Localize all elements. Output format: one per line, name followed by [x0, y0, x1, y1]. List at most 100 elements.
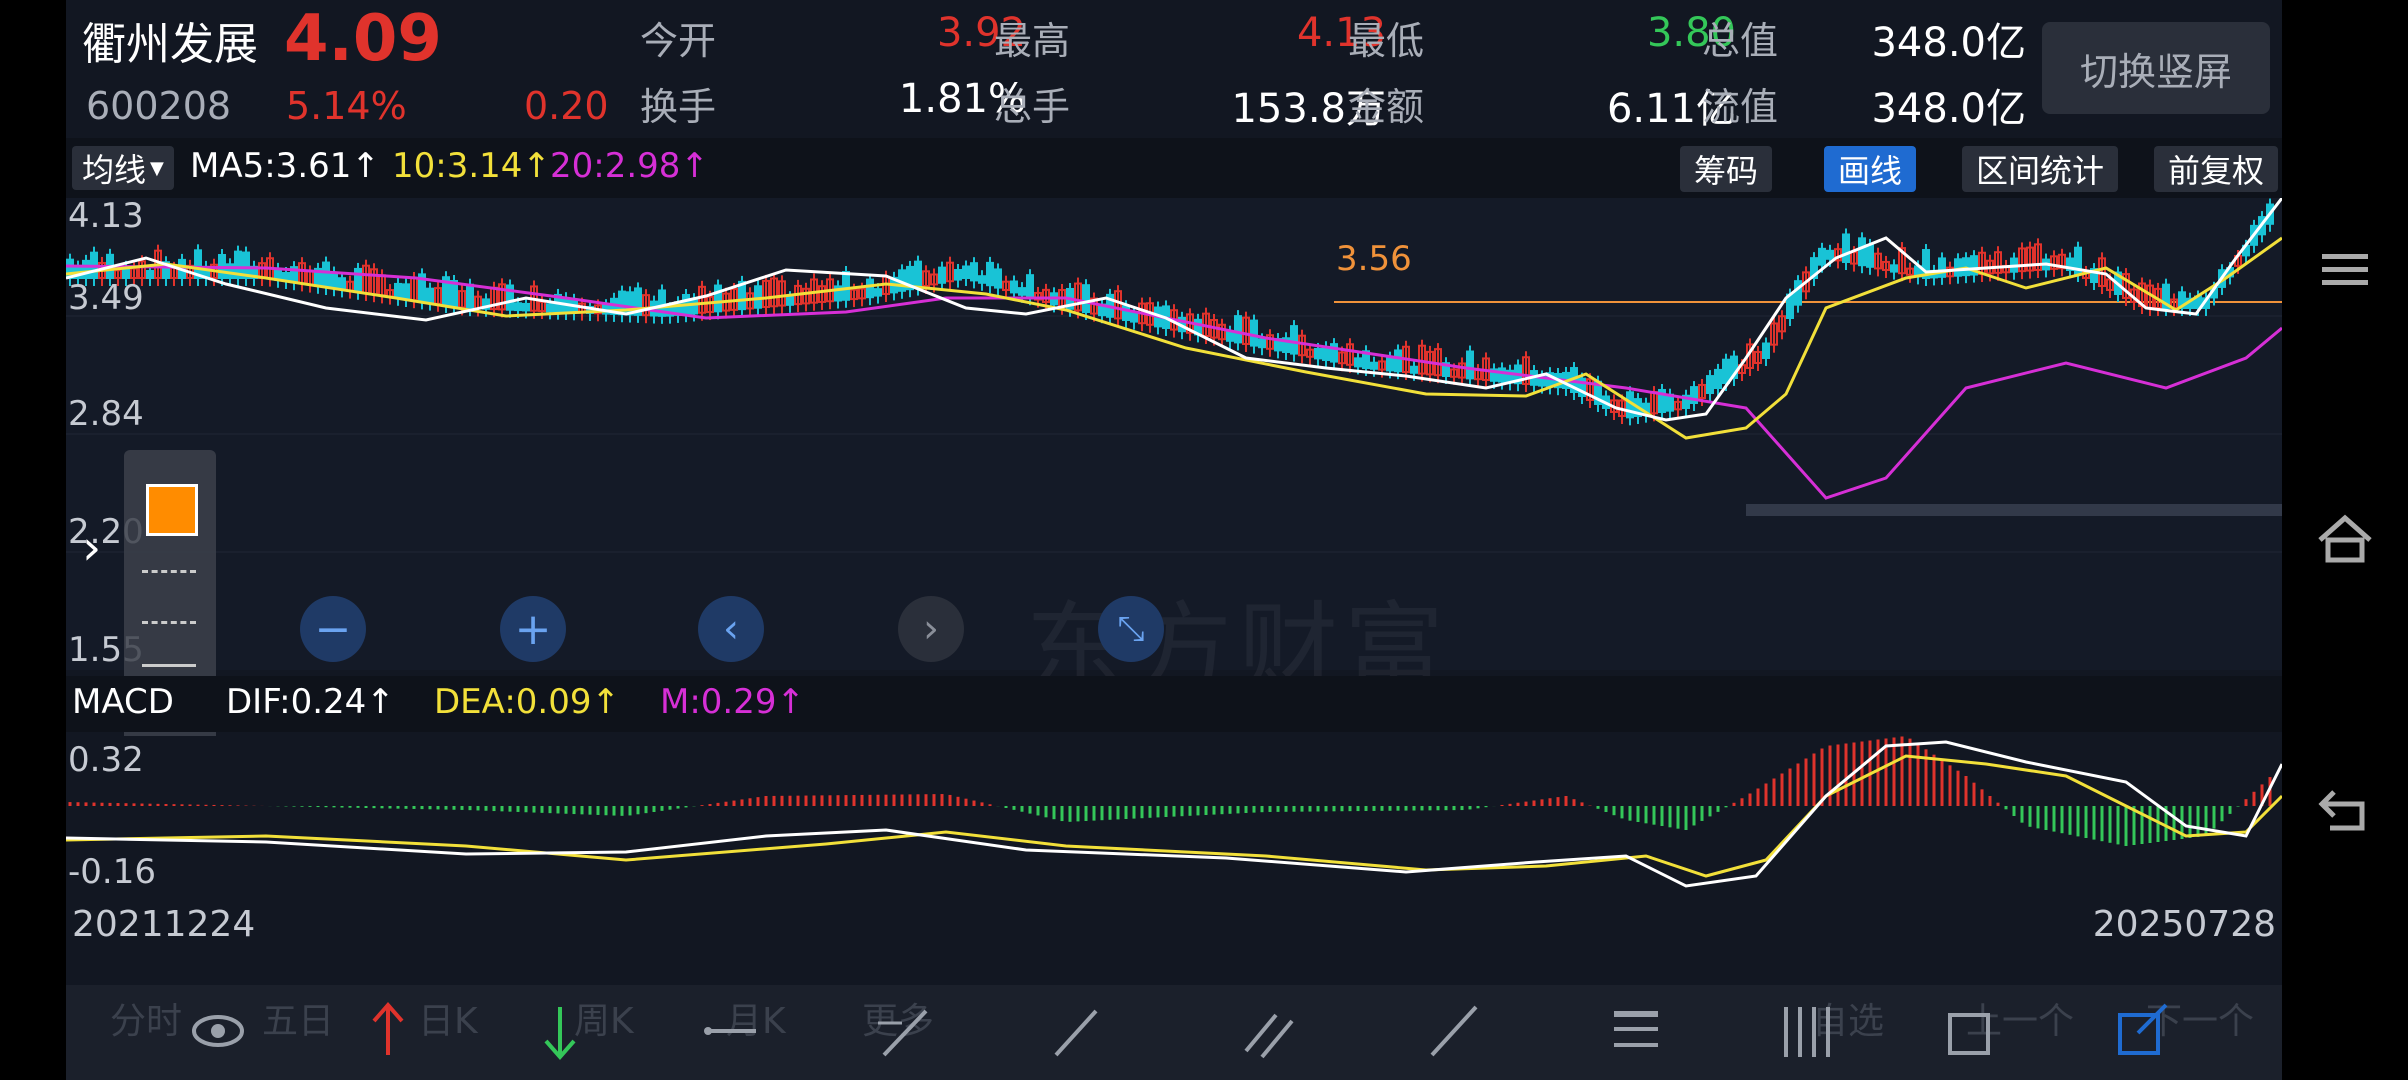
- candle-body: [466, 283, 474, 310]
- highlight-band: [1746, 504, 2282, 516]
- candle-body: [978, 275, 986, 284]
- candle-body: [1370, 361, 1378, 370]
- candle-body: [1314, 347, 1322, 360]
- candle-body: [954, 269, 962, 281]
- ma10-value: 10:3.14↑: [392, 146, 551, 186]
- candle-body: [986, 261, 994, 287]
- candle-body: [1082, 284, 1090, 313]
- candle-body: [1706, 375, 1714, 394]
- candle-body: [866, 278, 874, 299]
- candle-body: [1018, 287, 1026, 296]
- line-style-icon[interactable]: [142, 570, 196, 624]
- golden-icon: [1614, 1011, 1658, 1047]
- ma-dropdown[interactable]: 均线 ▼: [72, 146, 174, 190]
- stock-name: 衢州发展: [82, 19, 258, 70]
- draw-tools: [192, 1001, 2168, 1061]
- switch-portrait-button[interactable]: 切换竖屏: [2042, 22, 2270, 114]
- candle-body: [82, 259, 90, 279]
- arrow-up-icon: [372, 1001, 404, 1055]
- menu-icon[interactable]: [2310, 234, 2380, 304]
- candle-body: [970, 262, 978, 282]
- scroll-right-button[interactable]: ›: [898, 596, 964, 662]
- adjust-button[interactable]: 前复权: [2154, 146, 2279, 192]
- candle-body: [1250, 319, 1258, 347]
- quote-volume-label: 总手: [994, 85, 1071, 129]
- candle-body: [1826, 249, 1834, 260]
- collapse-panel-icon[interactable]: ›: [82, 520, 101, 576]
- channel-icon: [1244, 1013, 1294, 1059]
- quote-float-label: 流值: [1702, 85, 1779, 129]
- candle-body: [514, 302, 522, 312]
- candle-body: [426, 287, 434, 304]
- candle-body: [914, 260, 922, 289]
- candle-body: [938, 266, 946, 284]
- color-swatch[interactable]: [146, 484, 198, 536]
- stock-app: 衢州发展 4.09 600208 5.14% 0.20 今开 3.92 最高 4…: [66, 0, 2282, 1080]
- chip-button[interactable]: 筹码: [1680, 146, 1773, 192]
- candle-body: [1466, 350, 1474, 380]
- macd-chart[interactable]: 0.32 -0.16: [66, 736, 2282, 896]
- candle-body: [1290, 325, 1298, 355]
- chevron-right-icon: ›: [923, 606, 939, 652]
- candle-body: [546, 303, 554, 313]
- home-icon[interactable]: [2310, 504, 2380, 574]
- eye-icon: [192, 1015, 244, 1047]
- segment-icon: [1054, 1009, 1098, 1057]
- candle-body: [394, 282, 402, 299]
- candle-body: [1234, 315, 1242, 344]
- macd-m: M:0.29↑: [660, 682, 805, 722]
- candle-body: [874, 288, 882, 297]
- macd-dropdown[interactable]: MACD: [72, 682, 174, 722]
- rect-icon: [1948, 1013, 1990, 1055]
- range-stats-button[interactable]: 区间统计: [1962, 146, 2119, 192]
- ma5-value: MA5:3.61↑: [190, 146, 380, 186]
- stock-change-percent: 5.14%: [286, 84, 407, 128]
- system-nav-bar: [2282, 0, 2408, 1080]
- back-icon[interactable]: [2310, 772, 2380, 842]
- candle-body: [754, 285, 762, 309]
- zoom-in-button[interactable]: +: [500, 596, 566, 662]
- candle-body: [1722, 358, 1730, 385]
- ma-indicator-bar: 均线 ▼ MA5:3.61↑ 10:3.14↑ 20:2.98↑ 筹码 画线 区…: [66, 138, 2282, 198]
- stock-price: 4.09: [284, 2, 442, 76]
- candle-body: [1322, 346, 1330, 362]
- candle-body: [330, 271, 338, 290]
- ref-line-value: 3.56: [1336, 239, 1412, 279]
- stock-code: 600208: [86, 84, 232, 128]
- candle-body: [962, 265, 970, 279]
- quote-header: 衢州发展 4.09 600208 5.14% 0.20 今开 3.92 最高 4…: [66, 0, 2282, 134]
- reset-zoom-button[interactable]: ⤡: [1098, 596, 1164, 662]
- scroll-left-button[interactable]: ‹: [698, 596, 764, 662]
- candle-body: [690, 298, 698, 315]
- candle-body: [522, 302, 530, 312]
- quote-turnover-label: 换手: [640, 85, 717, 129]
- quote-mktcap-label: 总值: [1702, 19, 1779, 63]
- candle-body: [1858, 237, 1866, 267]
- macd-indicator-bar: MACD DIF:0.24↑ DEA:0.09↑ M:0.29↑: [66, 676, 2282, 732]
- ray-icon: [878, 1009, 928, 1057]
- candle-body: [1394, 349, 1402, 373]
- draw-line-button[interactable]: 画线: [1824, 146, 1917, 192]
- price-axis-top: 4.13: [68, 196, 144, 236]
- period-icon: [1784, 1007, 1830, 1057]
- candle-body: [1010, 280, 1018, 294]
- candle-body: [322, 261, 330, 288]
- kline-svg: 3.56: [66, 198, 2282, 553]
- arrow-down-icon: [544, 1007, 576, 1061]
- quote-low-label: 最低: [1348, 19, 1425, 63]
- price-axis-3: 2.84: [68, 394, 144, 434]
- candle-body: [1258, 338, 1266, 349]
- candle-body: [1410, 365, 1418, 374]
- candle-body: [146, 269, 154, 280]
- date-start: 20211224: [72, 904, 256, 945]
- candle-body: [338, 277, 346, 291]
- candle-body: [1818, 247, 1826, 266]
- candle-body: [1498, 367, 1506, 383]
- macd-svg: [66, 736, 2282, 888]
- zoom-out-button[interactable]: −: [300, 596, 366, 662]
- candle-body: [1386, 356, 1394, 372]
- ma-dropdown-label: 均线: [82, 151, 147, 189]
- hline-icon: [704, 1027, 756, 1035]
- candle-body: [402, 283, 410, 300]
- kline-chart[interactable]: 东方财富 3.56 4.13 3.49 2.84 2.20 1.55 − + ‹…: [66, 196, 2282, 708]
